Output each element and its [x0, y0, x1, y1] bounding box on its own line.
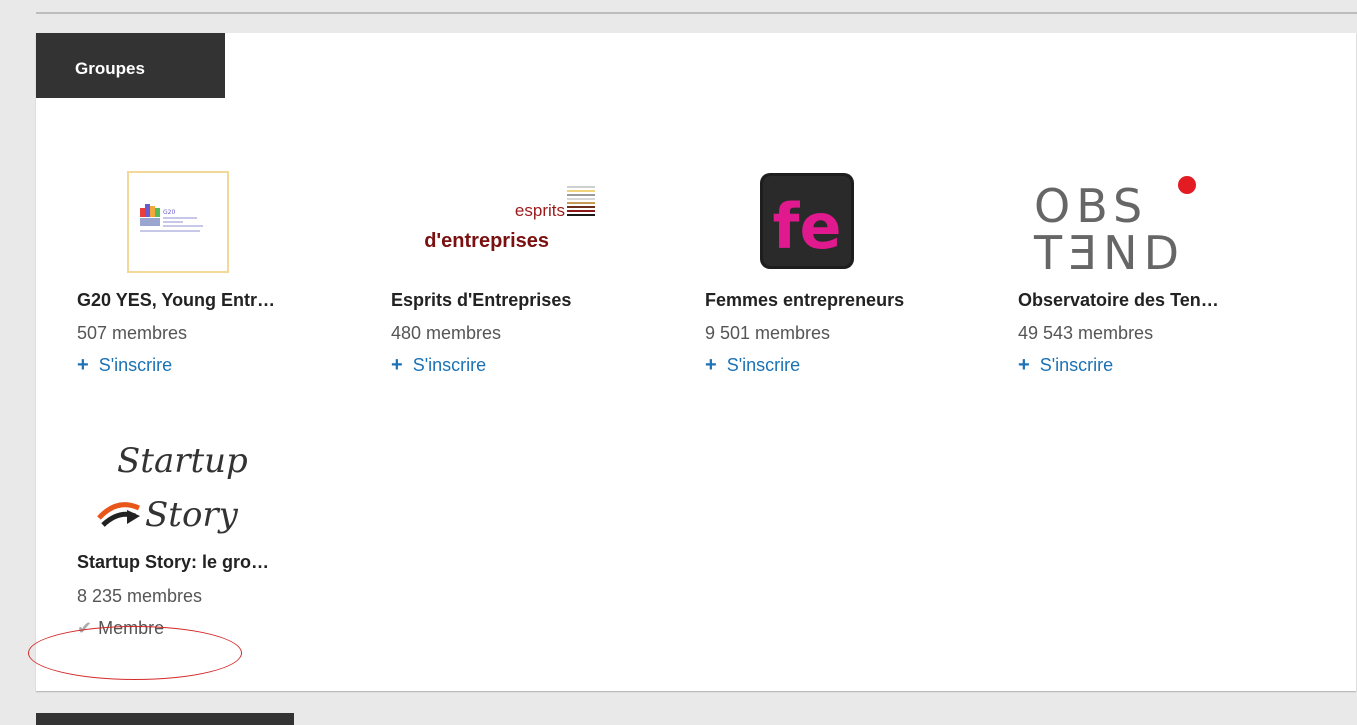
join-label: S'inscrire: [726, 355, 801, 375]
join-label: S'inscrire: [98, 355, 173, 375]
plus-icon: +: [391, 354, 403, 376]
svg-text:fe: fe: [772, 190, 841, 263]
group-card-femmes: fe Femmes entrepreneurs 9 501 membres + S…: [705, 170, 985, 380]
group-card-esprits: esprits d'entreprises Esprits d'Entrepri…: [391, 170, 671, 380]
plus-icon: +: [705, 354, 717, 376]
svg-text:Story: Story: [145, 495, 239, 535]
group-logo-femmes[interactable]: fe: [705, 170, 925, 280]
join-label: S'inscrire: [412, 355, 487, 375]
svg-text:G20: G20: [163, 209, 175, 216]
group-member-count: 9 501 membres: [705, 323, 831, 343]
fe-logo-icon: fe: [760, 173, 854, 269]
svg-text:OBS: OBS: [1034, 179, 1148, 233]
red-dot-icon: [1178, 176, 1196, 194]
svg-text:TƎND: TƎND: [1033, 226, 1185, 280]
group-name[interactable]: Startup Story: le gro…: [77, 552, 269, 573]
section-title: Groupes: [36, 33, 225, 98]
esprits-logo-icon: esprits d'entreprises: [391, 184, 597, 254]
group-member-count: 8 235 membres: [77, 586, 203, 606]
join-label: S'inscrire: [1039, 355, 1114, 375]
startup-story-logo-icon: Startup Story: [97, 441, 248, 535]
join-button[interactable]: + S'inscrire: [391, 354, 486, 377]
group-logo-esprits[interactable]: esprits d'entreprises: [391, 170, 611, 280]
group-name[interactable]: Femmes entrepreneurs: [705, 290, 904, 311]
group-logo-g20[interactable]: G20: [77, 170, 297, 280]
obs-tend-logo-icon: OBS TƎND: [1033, 176, 1196, 280]
join-button[interactable]: + S'inscrire: [1018, 354, 1113, 377]
group-logo-startup-story[interactable]: Startup Story: [77, 436, 297, 546]
next-section-tab: [36, 713, 294, 725]
svg-text:esprits: esprits: [515, 201, 565, 220]
plus-icon: +: [1018, 354, 1030, 376]
group-member-count: 480 membres: [391, 323, 502, 343]
top-divider: [36, 12, 1357, 14]
group-name[interactable]: Observatoire des Ten…: [1018, 290, 1219, 311]
group-card-g20: G20 G20 YES, Young Entr… 507 membres + S'…: [77, 170, 357, 380]
group-logo-observatoire[interactable]: OBS TƎND: [1018, 170, 1238, 280]
svg-text:Startup: Startup: [117, 441, 248, 481]
svg-text:d'entreprises: d'entreprises: [424, 230, 549, 252]
group-card-observatoire: OBS TƎND Observatoire des Ten… 49 543 me…: [1018, 170, 1298, 380]
plus-icon: +: [77, 354, 89, 376]
red-annotation-ellipse: [28, 626, 242, 680]
group-member-count: 507 membres: [77, 323, 188, 343]
group-member-count: 49 543 membres: [1018, 323, 1154, 343]
group-name[interactable]: Esprits d'Entreprises: [391, 290, 571, 311]
groups-card: Groupes G20 G20 YES, Young Entr… 507 mem…: [36, 33, 1356, 691]
g20-logo-icon: G20: [127, 171, 229, 273]
group-name[interactable]: G20 YES, Young Entr…: [77, 290, 275, 311]
join-button[interactable]: + S'inscrire: [77, 354, 172, 377]
join-button[interactable]: + S'inscrire: [705, 354, 800, 377]
